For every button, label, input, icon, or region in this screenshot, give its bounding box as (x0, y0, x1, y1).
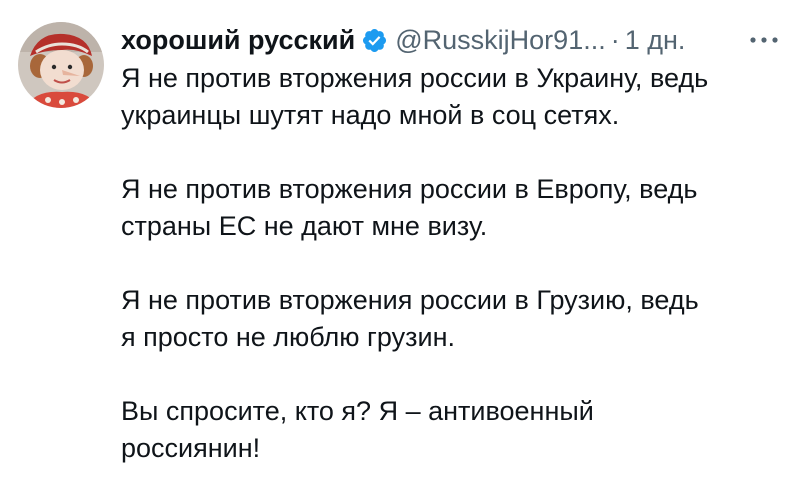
tweet-paragraph: Вы спросите, кто я? Я – антивоенный росс… (121, 393, 791, 467)
header-separator: · (610, 24, 620, 55)
user-handle[interactable]: @RusskijHor91... (395, 25, 605, 56)
tweet-text-line: Вы спросите, кто я? Я – антивоенный (121, 396, 594, 426)
tweet-text: Я не против вторжения россии в Украину, … (121, 60, 791, 504)
tweet-text-line: Я не против вторжения россии в Европу, в… (121, 174, 698, 204)
more-horizontal-icon (750, 37, 778, 43)
verified-badge-icon (361, 27, 388, 54)
tweet-paragraph: Я не против вторжения россии в Европу, в… (121, 171, 791, 245)
tweet-timestamp[interactable]: 1 дн. (625, 25, 686, 56)
display-name[interactable]: хороший русский (121, 25, 355, 56)
tweet-text-line: страны ЕС не дают мне визу. (121, 211, 488, 241)
more-options-button[interactable] (743, 22, 785, 58)
tweet-header: хороший русский @RusskijHor91... · 1 дн. (121, 22, 685, 58)
tweet-text-line: Я не против вторжения россии в Украину, … (121, 63, 709, 93)
tweet-text-line: россиянин! (121, 433, 261, 463)
tweet-paragraph: Я не против вторжения россии в Украину, … (121, 60, 791, 134)
tweet-text-line: я просто не люблю грузин. (121, 322, 455, 352)
avatar[interactable] (18, 22, 104, 108)
user-avatar-icon (18, 22, 104, 108)
tweet-paragraph: Я не против вторжения россии в Грузию, в… (121, 282, 791, 356)
tweet-text-line: Я не против вторжения россии в Грузию, в… (121, 285, 699, 315)
tweet-text-line: украинцы шутят надо мной в соц сетях. (121, 100, 620, 130)
tweet: хороший русский @RusskijHor91... · 1 дн.… (0, 0, 800, 470)
